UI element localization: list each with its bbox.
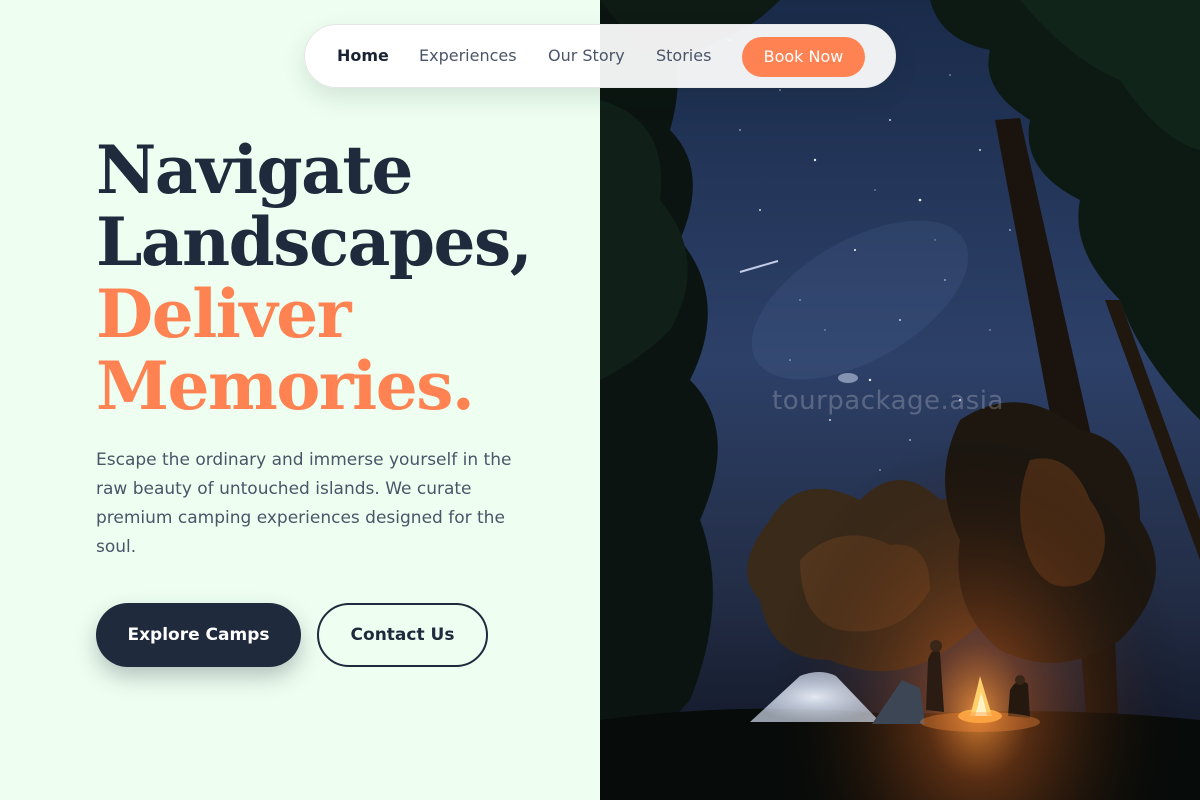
book-now-button[interactable]: Book Now bbox=[742, 37, 865, 77]
top-navigation: Home Experiences Our Story Stories Book … bbox=[304, 24, 896, 88]
hero-description: Escape the ordinary and immerse yourself… bbox=[96, 450, 512, 557]
hero-heading-accent-line-1: Deliver bbox=[96, 275, 351, 353]
hero-heading-line-1: Navigate bbox=[96, 131, 413, 209]
nav-link-experiences[interactable]: Experiences bbox=[419, 45, 517, 67]
hero-heading: Navigate Landscapes, Deliver Memories. bbox=[96, 131, 533, 425]
hero-heading-accent-line-2: Memories. bbox=[96, 347, 475, 425]
contact-us-button[interactable]: Contact Us bbox=[317, 603, 488, 667]
nav-link-stories[interactable]: Stories bbox=[656, 45, 711, 67]
explore-camps-button[interactable]: Explore Camps bbox=[96, 603, 301, 667]
watermark-text: tourpackage.asia bbox=[772, 386, 1004, 416]
hero-heading-line-2: Landscapes, bbox=[96, 203, 533, 281]
nav-link-home[interactable]: Home bbox=[337, 45, 389, 67]
nav-link-our-story[interactable]: Our Story bbox=[548, 45, 625, 67]
